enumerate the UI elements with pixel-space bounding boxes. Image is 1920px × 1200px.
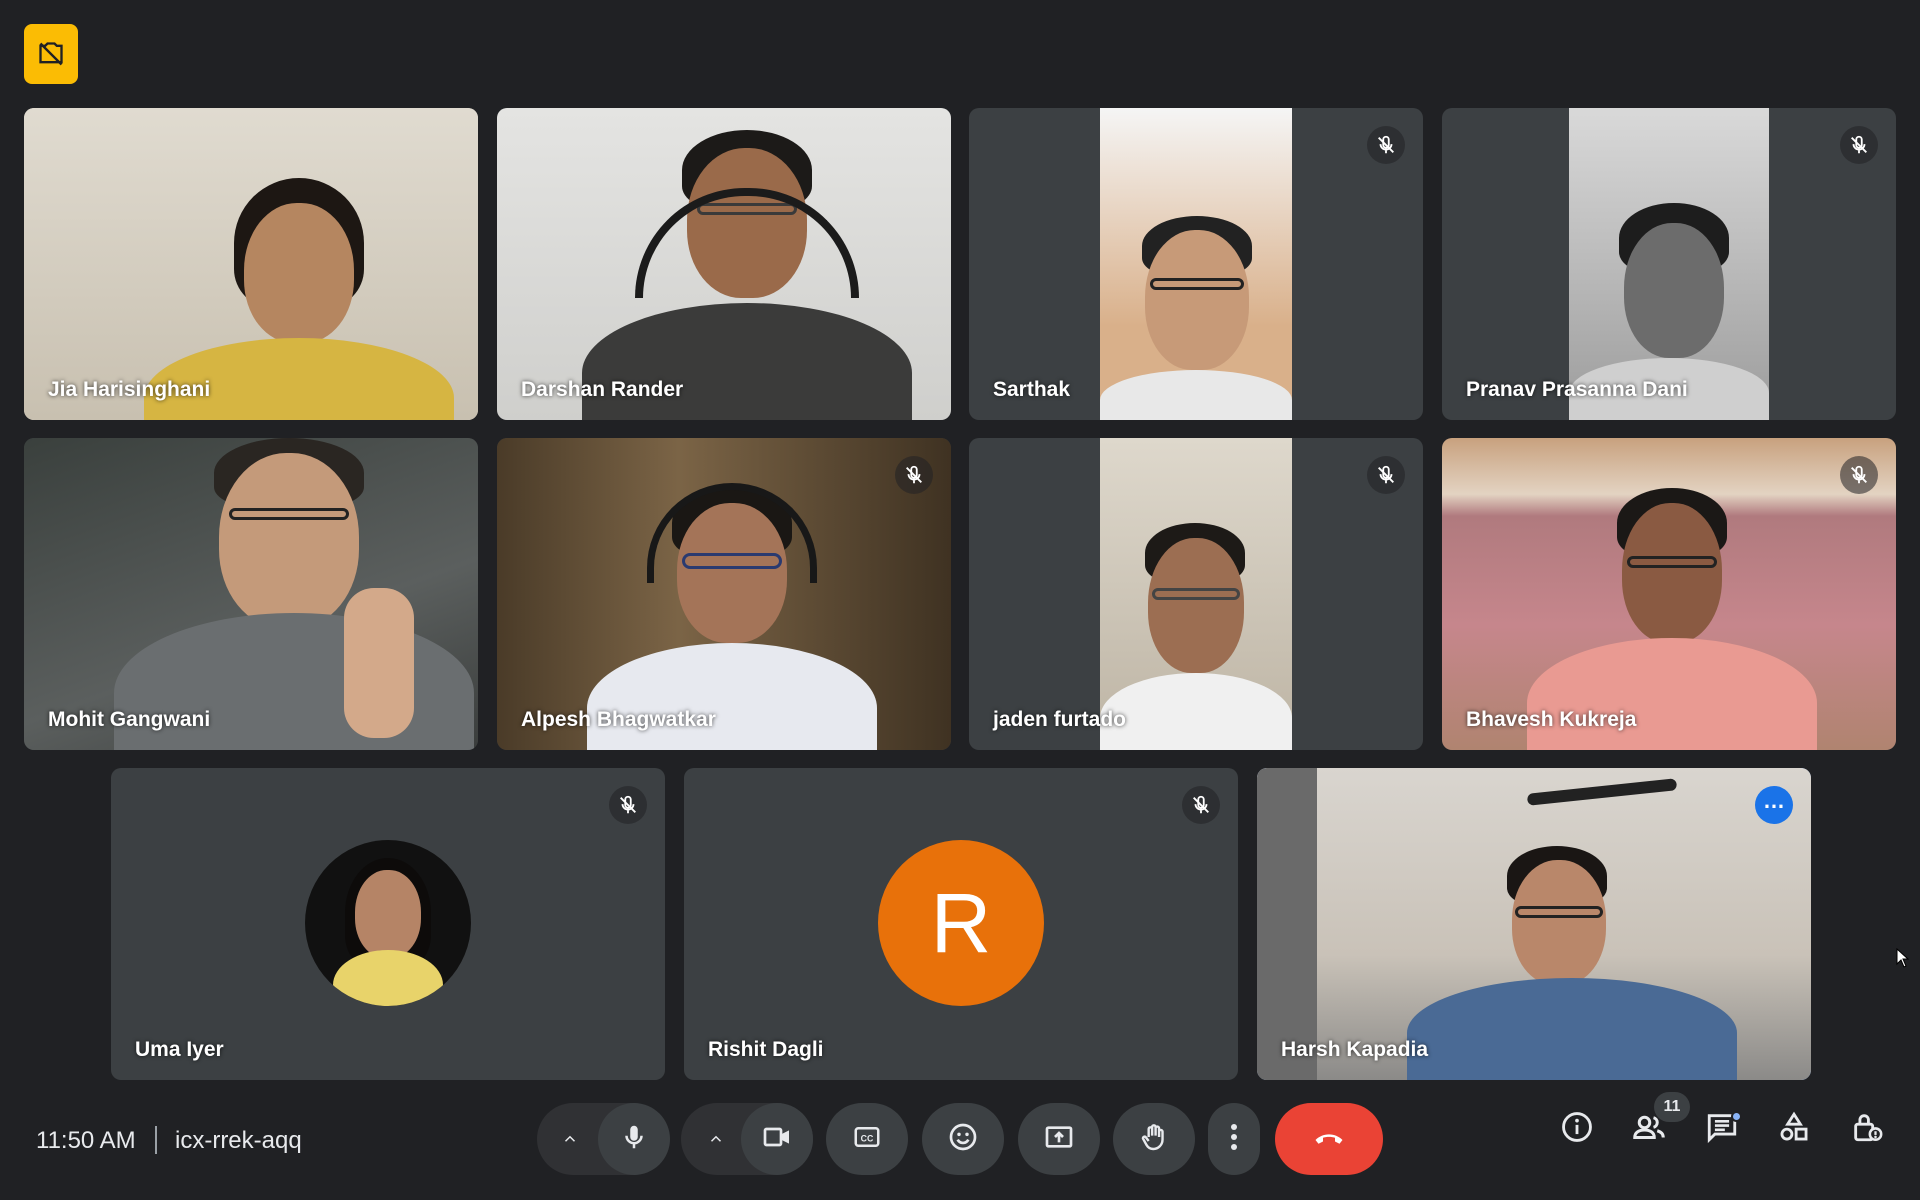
raise-hand-button[interactable] — [1113, 1103, 1195, 1175]
captions-button[interactable]: CC — [826, 1103, 908, 1175]
participant-tile[interactable]: Mohit Gangwani — [24, 438, 478, 750]
avatar-letter: R — [930, 875, 992, 970]
participant-name: Mohit Gangwani — [48, 708, 211, 731]
host-controls-icon — [1850, 1110, 1884, 1149]
participant-video — [1442, 438, 1896, 750]
participant-tile[interactable]: Jia Harisinghani — [24, 108, 478, 420]
participant-tile[interactable]: R Rishit Dagli — [684, 768, 1238, 1080]
participant-options-button[interactable]: … — [1755, 786, 1793, 824]
emoji-icon — [947, 1121, 979, 1158]
no-video-recording-icon — [37, 40, 65, 68]
camera-button[interactable] — [741, 1103, 813, 1175]
participant-name: Darshan Rander — [521, 378, 684, 401]
participant-video — [24, 438, 478, 750]
more-vertical-icon — [1230, 1123, 1238, 1156]
muted-icon — [1840, 126, 1878, 164]
participant-name: Pranav Prasanna Dani — [1466, 378, 1688, 401]
audio-options-chevron-up-icon[interactable] — [547, 1121, 593, 1157]
participant-name: Harsh Kapadia — [1281, 1038, 1429, 1061]
participant-video — [497, 438, 951, 750]
participant-tile[interactable]: Pranav Prasanna Dani — [1442, 108, 1896, 420]
muted-icon — [895, 456, 933, 494]
leave-call-button[interactable] — [1275, 1103, 1383, 1175]
raise-hand-icon — [1138, 1121, 1170, 1158]
info-icon — [1560, 1110, 1594, 1149]
more-horizontal-icon: … — [1763, 788, 1785, 813]
video-options-chevron-up-icon[interactable] — [693, 1121, 739, 1157]
participant-video — [1100, 108, 1292, 420]
participant-tile[interactable]: Alpesh Bhagwatkar — [497, 438, 951, 750]
participant-name: Bhavesh Kukreja — [1466, 708, 1637, 731]
participant-video — [1569, 108, 1769, 420]
participant-avatar: R — [878, 840, 1044, 1006]
present-screen-icon — [1043, 1121, 1075, 1158]
participant-tile[interactable]: Darshan Rander — [497, 108, 951, 420]
participant-tile[interactable]: Uma Iyer — [111, 768, 665, 1080]
muted-icon — [609, 786, 647, 824]
participant-tile[interactable]: Bhavesh Kukreja — [1442, 438, 1896, 750]
muted-icon — [1367, 126, 1405, 164]
meeting-clock: 11:50 AM — [36, 1127, 136, 1154]
participant-name: jaden furtado — [993, 708, 1127, 731]
participant-name: Sarthak — [993, 378, 1071, 401]
unread-indicator — [1731, 1111, 1742, 1122]
microphone-button[interactable] — [598, 1103, 670, 1175]
participant-tile[interactable]: jaden furtado — [969, 438, 1423, 750]
participant-avatar — [305, 840, 471, 1006]
end-call-icon — [1311, 1119, 1347, 1160]
present-button[interactable] — [1018, 1103, 1100, 1175]
svg-text:CC: CC — [861, 1133, 874, 1143]
participant-video — [497, 108, 951, 420]
participant-tile[interactable]: Sarthak — [969, 108, 1423, 420]
microphone-icon — [619, 1122, 649, 1157]
participant-name: Uma Iyer — [135, 1038, 224, 1061]
emoji-button[interactable] — [922, 1103, 1004, 1175]
meeting-code[interactable]: icx-rrek-aqq — [175, 1127, 302, 1155]
participant-video — [24, 108, 478, 420]
more-options-button[interactable] — [1208, 1103, 1260, 1175]
participant-name: Rishit Dagli — [708, 1038, 824, 1061]
host-controls-button[interactable] — [1843, 1105, 1891, 1153]
participant-count-badge: 11 — [1654, 1092, 1690, 1122]
participant-video — [1257, 768, 1811, 1080]
mouse-cursor-icon — [1896, 947, 1910, 973]
participant-name: Jia Harisinghani — [48, 378, 211, 401]
muted-icon — [1367, 456, 1405, 494]
divider — [155, 1126, 157, 1154]
muted-icon — [1840, 456, 1878, 494]
recording-indicator[interactable] — [24, 24, 78, 84]
closed-captions-icon: CC — [852, 1122, 882, 1157]
muted-icon — [1182, 786, 1220, 824]
participant-video — [1100, 438, 1292, 750]
video-camera-icon — [761, 1121, 793, 1158]
participant-tile-selected[interactable]: … Harsh Kapadia — [1257, 768, 1811, 1080]
activities-button[interactable] — [1770, 1105, 1818, 1153]
meeting-details-button[interactable] — [1553, 1105, 1601, 1153]
activities-icon — [1777, 1110, 1811, 1149]
participant-name: Alpesh Bhagwatkar — [521, 708, 716, 731]
meet-window: Jia Harisinghani Darshan Rander Sarthak — [0, 0, 1920, 1200]
